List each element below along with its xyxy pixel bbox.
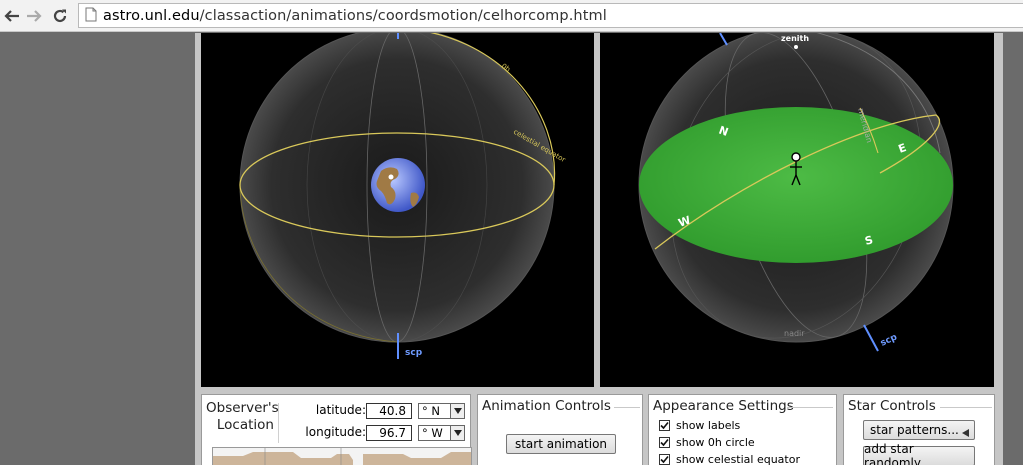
show-celestial-equator-label: show celestial equator (676, 453, 800, 465)
browser-toolbar: astro.unl.edu/classaction/animations/coo… (0, 0, 1023, 32)
longitude-label: longitude: (305, 425, 366, 439)
longitude-input[interactable]: 96.7 (366, 425, 412, 441)
map-landmass (363, 452, 471, 465)
animation-controls-panel: Animation Controls start animation (477, 394, 643, 465)
nadir-label: nadir (784, 329, 805, 338)
page-icon (85, 7, 97, 25)
show-0h-circle-option[interactable]: show 0h circle (659, 436, 755, 449)
reload-icon[interactable] (50, 6, 70, 26)
observer-marker (388, 174, 394, 180)
forward-icon[interactable] (24, 6, 44, 26)
latitude-input[interactable]: 40.8 (366, 403, 412, 419)
scp-axis (863, 324, 879, 352)
latitude-label: latitude: (315, 403, 366, 417)
appearance-panel-title: Appearance Settings (653, 398, 794, 414)
chevron-down-icon (450, 404, 464, 418)
zenith-point (794, 45, 798, 49)
back-icon[interactable] (2, 6, 22, 26)
title-rule (614, 407, 640, 408)
show-0h-circle-label: show 0h circle (676, 436, 755, 449)
observer-location-panel: Observer's Location latitude: 40.8 ° N l… (201, 394, 472, 465)
celestial-sphere-view[interactable]: scp 0h celestial equator (201, 33, 594, 387)
add-star-randomly-button[interactable]: add star randomly (863, 442, 975, 465)
map-landmass (213, 452, 353, 465)
star-patterns-button[interactable]: star patterns... (863, 420, 975, 440)
scp-label: scp (879, 332, 899, 349)
applet-area: scp 0h celestial equator N E S W zenith … (195, 33, 1003, 465)
url-text: astro.unl.edu/classaction/animations/coo… (103, 7, 607, 24)
horizon-plane (639, 107, 953, 263)
show-0h-circle-checkbox[interactable] (659, 437, 670, 448)
show-labels-label: show labels (676, 419, 741, 432)
caret-left-icon (962, 426, 969, 440)
star-panel-title: Star Controls (848, 398, 936, 414)
scp-label: scp (405, 348, 423, 358)
title-rule (940, 407, 992, 408)
address-bar[interactable]: astro.unl.edu/classaction/animations/coo… (78, 3, 1023, 28)
show-labels-checkbox[interactable] (659, 420, 670, 431)
ncp-axis (719, 33, 728, 46)
show-labels-option[interactable]: show labels (659, 419, 740, 432)
observer-panel-title: Observer's Location (206, 400, 279, 433)
latitude-direction-select[interactable]: ° N (418, 403, 465, 419)
start-animation-button[interactable]: start animation (506, 434, 616, 454)
location-map[interactable] (212, 447, 472, 465)
horizon-view[interactable]: N E S W zenith nadir meridian scp (600, 33, 994, 387)
show-celestial-equator-option[interactable]: show celestial equator (659, 453, 800, 465)
panel-divider (278, 403, 279, 443)
appearance-settings-panel: Appearance Settings show labels show 0h … (648, 394, 837, 465)
longitude-direction-select[interactable]: ° W (418, 425, 465, 441)
star-controls-panel: Star Controls star patterns... add star … (843, 394, 995, 465)
animation-panel-title: Animation Controls (482, 398, 611, 414)
zenith-label: zenith (781, 34, 809, 43)
show-celestial-equator-checkbox[interactable] (659, 454, 670, 465)
chevron-down-icon (450, 426, 464, 440)
title-rule (787, 407, 833, 408)
